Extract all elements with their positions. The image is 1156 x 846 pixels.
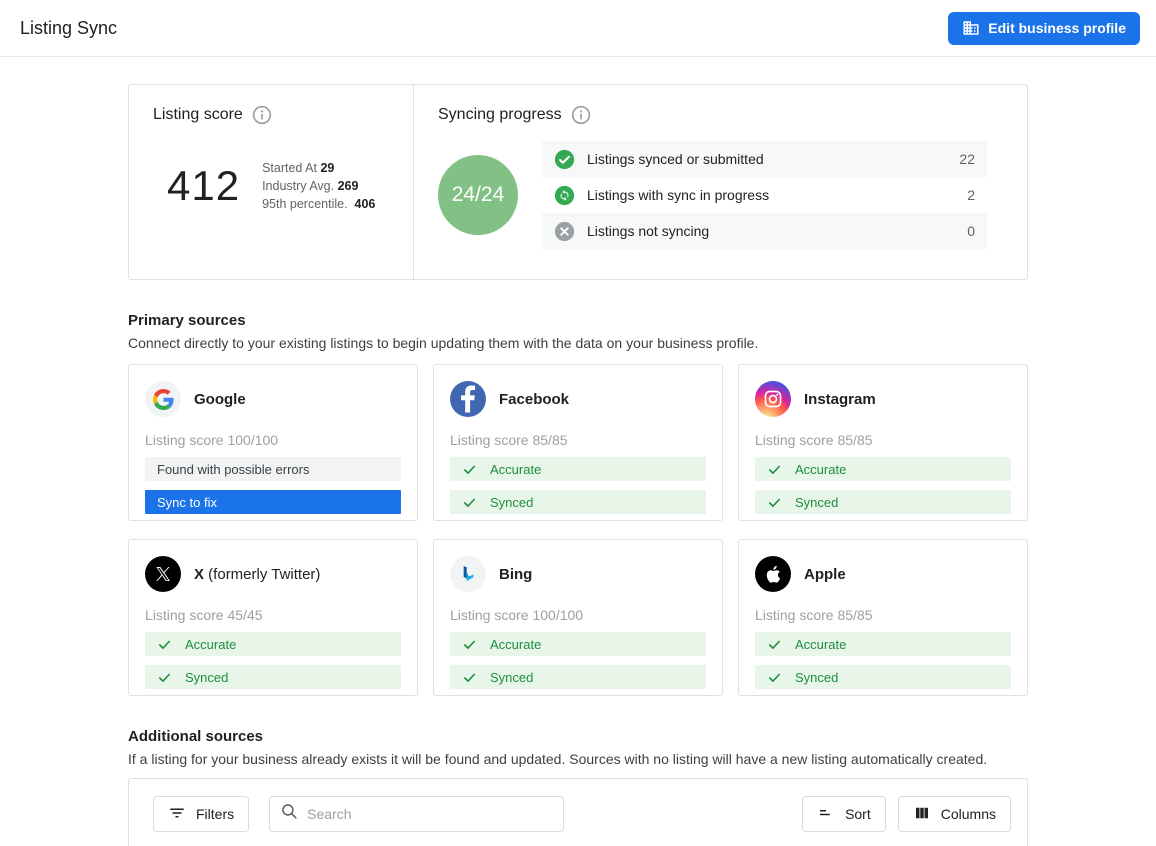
sync-row-value: 0 — [967, 223, 975, 239]
status-accurate: Accurate — [450, 632, 706, 656]
sync-to-fix-button[interactable]: Sync to fix — [145, 490, 401, 514]
check-icon — [767, 495, 782, 510]
apple-logo-icon — [755, 556, 791, 592]
check-icon — [767, 462, 782, 477]
source-name: Bing — [499, 566, 532, 583]
status-accurate: Accurate — [755, 457, 1011, 481]
x-logo-icon — [145, 556, 181, 592]
source-score-label: Listing score 85/85 — [450, 432, 706, 448]
source-name: X (formerly Twitter) — [194, 566, 320, 583]
check-icon — [462, 670, 477, 685]
google-logo-icon — [145, 381, 181, 417]
status-synced: Synced — [145, 665, 401, 689]
stat-95th-percentile: 95th percentile. 406 — [262, 195, 375, 213]
check-icon — [767, 670, 782, 685]
source-name: Facebook — [499, 391, 569, 408]
filter-icon — [168, 804, 186, 825]
check-circle-icon — [554, 149, 575, 170]
search-box[interactable] — [269, 796, 564, 832]
sync-row-in-progress: Listings with sync in progress 2 — [542, 177, 987, 213]
summary-card: Listing score 412 Started At 29 Industry… — [128, 84, 1028, 280]
info-icon[interactable] — [571, 105, 591, 125]
sync-row-value: 2 — [967, 187, 975, 203]
syncing-progress-title: Syncing progress — [438, 106, 562, 124]
source-name: Instagram — [804, 391, 876, 408]
listing-score-value: 412 — [167, 162, 240, 210]
status-synced: Synced — [755, 665, 1011, 689]
check-icon — [462, 462, 477, 477]
sort-button[interactable]: Sort — [802, 796, 886, 832]
additional-sources-table-card: Filters Sort Colu — [128, 778, 1028, 846]
main-content: Listing score 412 Started At 29 Industry… — [128, 84, 1028, 846]
x-circle-icon — [554, 221, 575, 242]
sync-circle-icon — [554, 185, 575, 206]
status-accurate: Accurate — [145, 632, 401, 656]
edit-business-profile-button[interactable]: Edit business profile — [948, 12, 1140, 45]
building-icon — [962, 19, 980, 37]
source-score-label: Listing score 100/100 — [450, 607, 706, 623]
check-icon — [157, 637, 172, 652]
page-title: Listing Sync — [20, 18, 117, 39]
source-card-x-twitter: X (formerly Twitter) Listing score 45/45… — [128, 539, 418, 696]
source-score-label: Listing score 85/85 — [755, 607, 1011, 623]
source-card-bing: Bing Listing score 100/100 Accurate Sync… — [433, 539, 723, 696]
status-synced: Synced — [450, 490, 706, 514]
source-card-google: Google Listing score 100/100 Found with … — [128, 364, 418, 521]
primary-sources-grid: Google Listing score 100/100 Found with … — [128, 364, 1028, 696]
source-name: Apple — [804, 566, 846, 583]
primary-sources-subtitle: Connect directly to your existing listin… — [128, 335, 1028, 351]
status-found-with-errors: Found with possible errors — [145, 457, 401, 481]
status-accurate: Accurate — [755, 632, 1011, 656]
bing-logo-icon — [450, 556, 486, 592]
filters-button[interactable]: Filters — [153, 796, 249, 832]
sync-status-list: Listings synced or submitted 22 Listings… — [542, 141, 987, 249]
source-score-label: Listing score 100/100 — [145, 432, 401, 448]
sync-row-value: 22 — [959, 151, 975, 167]
instagram-logo-icon — [755, 381, 791, 417]
sort-icon — [817, 804, 835, 825]
stat-started-at: Started At 29 — [262, 159, 375, 177]
source-card-facebook: Facebook Listing score 85/85 Accurate Sy… — [433, 364, 723, 521]
check-icon — [157, 670, 172, 685]
table-toolbar: Filters Sort Colu — [129, 779, 1027, 846]
additional-sources-subtitle: If a listing for your business already e… — [128, 751, 1028, 767]
sync-row-synced: Listings synced or submitted 22 — [542, 141, 987, 177]
status-synced: Synced — [755, 490, 1011, 514]
source-score-label: Listing score 85/85 — [755, 432, 1011, 448]
listing-score-stats: Started At 29 Industry Avg. 269 95th per… — [262, 159, 375, 213]
columns-button[interactable]: Columns — [898, 796, 1011, 832]
search-icon — [280, 802, 299, 826]
facebook-logo-icon — [450, 381, 486, 417]
check-icon — [462, 637, 477, 652]
top-bar: Listing Sync Edit business profile — [0, 0, 1156, 57]
listing-score-title: Listing score — [153, 106, 243, 124]
status-synced: Synced — [450, 665, 706, 689]
check-icon — [462, 495, 477, 510]
stat-industry-avg: Industry Avg. 269 — [262, 177, 375, 195]
primary-sources-header: Primary sources Connect directly to your… — [128, 312, 1028, 351]
additional-sources-title: Additional sources — [128, 728, 1028, 745]
check-icon — [767, 637, 782, 652]
source-card-instagram: Instagram Listing score 85/85 Accurate S… — [738, 364, 1028, 521]
columns-icon — [913, 804, 931, 825]
sync-row-not-syncing: Listings not syncing 0 — [542, 213, 987, 249]
syncing-progress-panel: Syncing progress 24/24 Listings synced o… — [414, 85, 1027, 279]
primary-sources-title: Primary sources — [128, 312, 1028, 329]
additional-sources-header: Additional sources If a listing for your… — [128, 728, 1028, 767]
source-name: Google — [194, 391, 246, 408]
listing-score-panel: Listing score 412 Started At 29 Industry… — [129, 85, 414, 279]
status-accurate: Accurate — [450, 457, 706, 481]
search-input[interactable] — [307, 806, 553, 822]
sync-progress-badge: 24/24 — [438, 155, 518, 235]
source-card-apple: Apple Listing score 85/85 Accurate Synce… — [738, 539, 1028, 696]
info-icon[interactable] — [252, 105, 272, 125]
source-score-label: Listing score 45/45 — [145, 607, 401, 623]
